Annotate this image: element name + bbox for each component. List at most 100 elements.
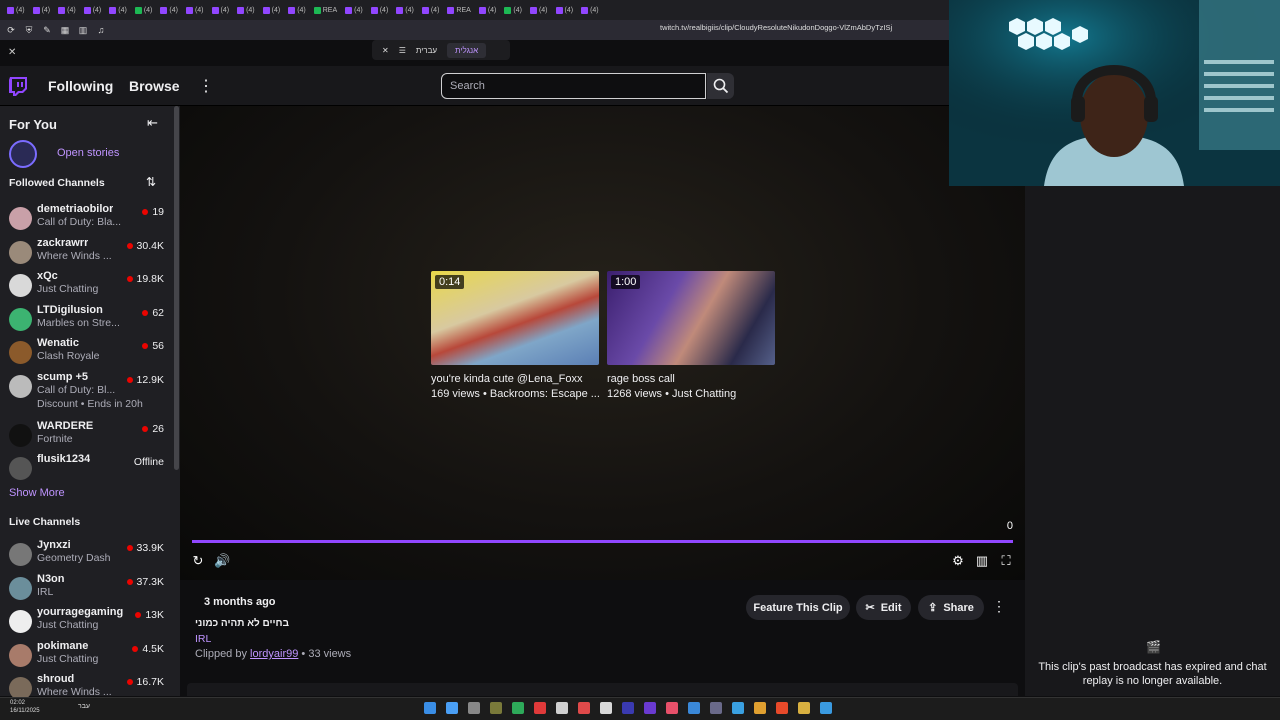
- taskbar-language[interactable]: עבר: [78, 703, 90, 710]
- taskbar-app-icon[interactable]: [578, 702, 590, 714]
- sidebar-channel[interactable]: pokimane Just Chatting 4.5K: [0, 640, 174, 674]
- theatre-mode-icon[interactable]: ▥: [974, 553, 990, 569]
- browser-tab[interactable]: (4): [183, 3, 207, 17]
- refresh-icon[interactable]: ⟳: [4, 23, 18, 37]
- search-input[interactable]: Search: [441, 73, 706, 99]
- taskbar-app-icon[interactable]: [666, 702, 678, 714]
- browser-tab[interactable]: (4): [260, 3, 284, 17]
- browser-tab[interactable]: (4): [527, 3, 551, 17]
- sidebar-channel[interactable]: yourragegaming Just Chatting 13K: [0, 606, 174, 640]
- browser-tab[interactable]: (4): [234, 3, 258, 17]
- clip-thumbnail[interactable]: 0:14: [431, 271, 599, 365]
- address-bar[interactable]: twitch.tv/realbigiis/clip/CloudyResolute…: [660, 23, 892, 32]
- sidebar-channel[interactable]: flusik1234 Offline: [0, 453, 174, 487]
- feature-clip-button[interactable]: Feature This Clip: [746, 595, 850, 620]
- taskbar-app-icon[interactable]: [732, 702, 744, 714]
- grid-icon[interactable]: ▦: [58, 23, 72, 37]
- sidebar-channel[interactable]: WARDERE Fortnite 26: [0, 420, 174, 454]
- taskbar-app-icon[interactable]: [754, 702, 766, 714]
- taskbar-app-icon[interactable]: [622, 702, 634, 714]
- replay-icon[interactable]: ↻: [190, 553, 206, 569]
- sidebar-icon[interactable]: ▥: [76, 23, 90, 37]
- taskbar-app-icon[interactable]: [820, 702, 832, 714]
- taskbar-app-icon[interactable]: [710, 702, 722, 714]
- sidebar-channel[interactable]: zackrawrr Where Winds ... 30.4K: [0, 237, 174, 271]
- browser-tab[interactable]: (4): [81, 3, 105, 17]
- browser-tab[interactable]: (4): [285, 3, 309, 17]
- taskbar-app-icon[interactable]: [490, 702, 502, 714]
- sidebar-channel[interactable]: xQc Just Chatting 19.8K: [0, 270, 174, 304]
- browser-tab[interactable]: (4): [476, 3, 500, 17]
- stories-avatar[interactable]: [9, 140, 37, 168]
- fullscreen-icon[interactable]: ⛶: [998, 553, 1014, 569]
- share-button[interactable]: ⇪ Share: [918, 595, 984, 620]
- taskbar-app-icon[interactable]: [534, 702, 546, 714]
- taskbar-app-icon[interactable]: [644, 702, 656, 714]
- clip-title[interactable]: rage boss call: [607, 373, 775, 385]
- browser-tab[interactable]: (4): [419, 3, 443, 17]
- shield-icon[interactable]: ⛨: [22, 23, 36, 37]
- nav-following-link[interactable]: Following: [48, 78, 113, 94]
- open-stories-link[interactable]: Open stories: [57, 147, 119, 159]
- sort-icon[interactable]: ⇅: [146, 175, 156, 189]
- taskbar-app-icon[interactable]: [798, 702, 810, 714]
- pen-icon[interactable]: ✎: [40, 23, 54, 37]
- twitch-logo-icon[interactable]: [8, 76, 28, 96]
- taskbar-app-icon[interactable]: [556, 702, 568, 714]
- sidebar-channel[interactable]: scump +5 Call of Duty: Bl... 12.9K Discount…: [0, 371, 174, 410]
- category-link[interactable]: IRL: [195, 633, 211, 645]
- browser-tab-strip[interactable]: (4) (4) (4) (4) (4) (4) (4) (4) (4) (4) (4) (4) REA (…: [0, 0, 950, 20]
- taskbar-app-icon[interactable]: [688, 702, 700, 714]
- browser-tab[interactable]: (4): [4, 3, 28, 17]
- volume-icon[interactable]: 🔊: [214, 553, 230, 569]
- clipper-link[interactable]: lordyair99: [250, 648, 298, 660]
- sidebar-scrollbar[interactable]: [174, 106, 179, 470]
- taskbar-app-icon[interactable]: [468, 702, 480, 714]
- browser-tab[interactable]: (4): [30, 3, 54, 17]
- sidebar-channel[interactable]: Jynxzi Geometry Dash 33.9K: [0, 539, 174, 573]
- clip-title[interactable]: you're kinda cute @Lena_Foxx: [431, 373, 599, 385]
- sidebar-channel[interactable]: demetriaobilor Call of Duty: Bla... 19: [0, 203, 174, 237]
- browser-tab[interactable]: (4): [157, 3, 181, 17]
- sidebar-channel[interactable]: Wenatic Clash Royale 56: [0, 337, 174, 371]
- more-vertical-icon[interactable]: ⋮: [198, 76, 214, 96]
- edit-button[interactable]: ✂ Edit: [856, 595, 911, 620]
- browser-tab[interactable]: (4): [553, 3, 577, 17]
- more-options-icon[interactable]: ⋮: [992, 598, 1006, 615]
- close-icon[interactable]: ✕: [382, 46, 389, 55]
- browser-tab[interactable]: (4): [501, 3, 525, 17]
- video-player[interactable]: 0:14 you're kinda cute @Lena_Foxx 169 vi…: [180, 106, 1025, 580]
- sidebar-channel[interactable]: N3on IRL 37.3K: [0, 573, 174, 607]
- browser-tab[interactable]: (4): [393, 3, 417, 17]
- browser-tab[interactable]: (4): [132, 3, 156, 17]
- sidebar-channel[interactable]: LTDigilusion Marbles on Stre... 62: [0, 304, 174, 338]
- browser-tab[interactable]: (4): [209, 3, 233, 17]
- translate-target-lang[interactable]: אנגלית: [447, 42, 487, 58]
- browser-tab[interactable]: (4): [368, 3, 392, 17]
- browser-tab[interactable]: (4): [55, 3, 79, 17]
- show-more-link[interactable]: Show More: [9, 487, 65, 499]
- taskbar-app-icon[interactable]: [512, 702, 524, 714]
- taskbar-app-icon[interactable]: [600, 702, 612, 714]
- taskbar-app-icon[interactable]: [424, 702, 436, 714]
- settings-gear-icon[interactable]: ⚙: [950, 553, 966, 569]
- clip-thumbnail[interactable]: 1:00: [607, 271, 775, 365]
- browser-tab[interactable]: (4): [106, 3, 130, 17]
- music-icon[interactable]: ♫: [94, 23, 108, 37]
- recommended-clip[interactable]: 0:14 you're kinda cute @Lena_Foxx 169 vi…: [431, 271, 600, 400]
- recommended-clip[interactable]: 1:00 rage boss call 1268 views • Just Ch…: [607, 271, 775, 400]
- taskbar-clock[interactable]: 02:02 16/11/2025: [10, 699, 40, 715]
- translate-source-lang[interactable]: עברית: [416, 46, 437, 55]
- nav-browse-link[interactable]: Browse: [129, 78, 180, 94]
- collapse-sidebar-icon[interactable]: ⇤: [147, 115, 158, 131]
- browser-tab[interactable]: (4): [342, 3, 366, 17]
- browser-tab[interactable]: REA: [311, 3, 340, 17]
- search-button[interactable]: [707, 73, 734, 99]
- menu-icon[interactable]: ☰: [399, 46, 406, 55]
- browser-tab[interactable]: REA: [444, 3, 473, 17]
- taskbar-app-icon[interactable]: [446, 702, 458, 714]
- close-icon[interactable]: ✕: [8, 47, 16, 58]
- browser-tab[interactable]: (4): [578, 3, 602, 17]
- progress-bar[interactable]: [192, 540, 1013, 543]
- taskbar-app-icon[interactable]: [776, 702, 788, 714]
